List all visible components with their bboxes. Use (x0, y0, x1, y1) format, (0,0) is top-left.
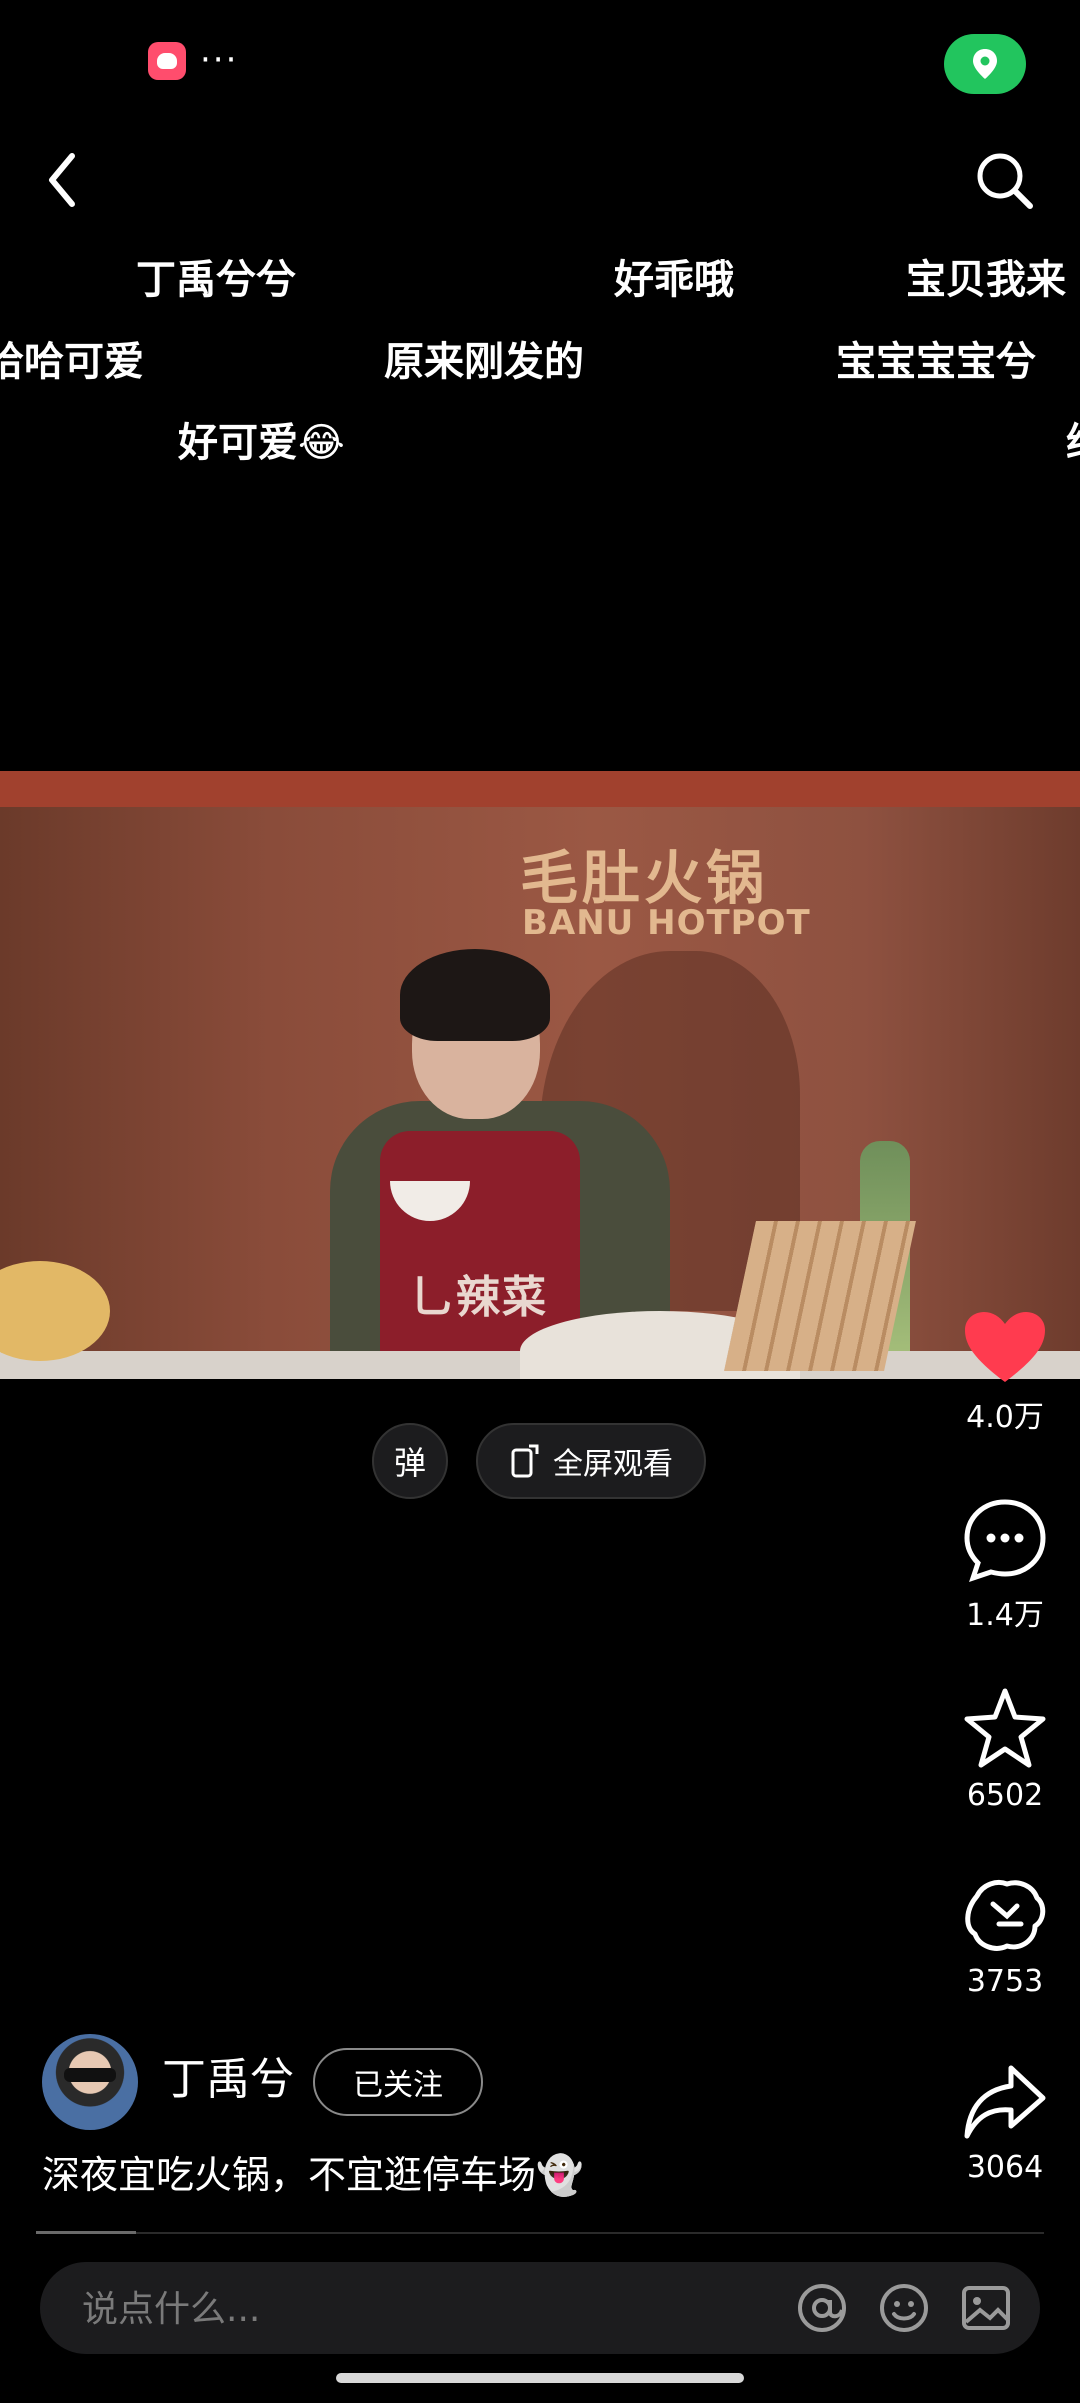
heart-icon (965, 1312, 1045, 1382)
share-count: 3064 (966, 2150, 1044, 2185)
repost-icon (965, 1880, 1046, 1951)
rotate-screen-icon (511, 1444, 539, 1478)
video-player[interactable]: 毛肚火锅 BANU HOTPOT 乚辣菜 (0, 771, 1080, 1379)
status-more-icon: ··· (200, 40, 239, 80)
video-apron-text: 乚辣菜 (410, 1272, 548, 1323)
video-caption: 深夜宜吃火锅，不宜逛停车场👻 (42, 2153, 584, 2197)
location-pin-icon (973, 49, 997, 79)
at-icon (798, 2284, 846, 2332)
danmaku-item: 给 (1066, 418, 1080, 468)
like-button[interactable]: 4.0万 (940, 1310, 1070, 1436)
danmaku-item: 丁禹兮兮 (136, 257, 296, 303)
danmaku-item: 哈哈可爱 (0, 339, 144, 385)
comment-icon (964, 1499, 1046, 1582)
video-food-sticks (724, 1221, 916, 1371)
repost-count: 3753 (966, 1964, 1044, 1999)
video-dish-left (0, 1261, 110, 1361)
back-button[interactable] (38, 148, 88, 212)
repost-button[interactable]: 3753 (940, 1876, 1070, 1999)
progress-track[interactable] (36, 2232, 1044, 2234)
star-icon (964, 1688, 1046, 1768)
follow-button[interactable]: 已关注 (313, 2048, 483, 2116)
like-count: 4.0万 (966, 1400, 1044, 1435)
progress-fill (36, 2231, 136, 2234)
share-arrow-icon (964, 2065, 1046, 2139)
comment-input[interactable] (80, 2276, 764, 2342)
emoji-icon (880, 2284, 928, 2332)
danmaku-item: 好可爱😂 (178, 420, 345, 466)
favorite-count: 6502 (966, 1778, 1044, 1813)
danmaku-item: 宝宝宝宝兮 (836, 339, 1036, 385)
chevron-left-icon (49, 153, 75, 207)
location-pill[interactable] (944, 34, 1026, 94)
search-button[interactable] (972, 148, 1036, 212)
favorite-button[interactable]: 6502 (940, 1686, 1070, 1813)
follow-label: 已关注 (353, 2068, 443, 2103)
video-person-hair (400, 949, 550, 1041)
danmaku-item: 原来刚发的 (384, 339, 584, 385)
author-avatar[interactable] (42, 2034, 138, 2130)
image-icon (962, 2286, 1010, 2330)
emoji-button[interactable] (878, 2282, 930, 2334)
comment-button[interactable]: 1.4万 (940, 1498, 1070, 1634)
danmaku-toggle-label: 弹 (393, 1444, 426, 1482)
share-button[interactable]: 3064 (940, 2064, 1070, 2185)
video-ceiling (0, 771, 1080, 807)
danmaku-toggle-button[interactable]: 弹 (372, 1423, 448, 1499)
mention-button[interactable] (796, 2282, 848, 2334)
fullscreen-button[interactable]: 全屏观看 (476, 1423, 706, 1499)
video-sign-subtext: BANU HOTPOT (522, 903, 811, 943)
danmaku-item: 宝贝我来 (906, 257, 1066, 303)
home-indicator[interactable] (336, 2373, 744, 2383)
comment-count: 1.4万 (966, 1598, 1044, 1633)
fullscreen-label: 全屏观看 (553, 1447, 673, 1482)
author-name[interactable]: 丁禹兮 (162, 2052, 294, 2108)
image-button[interactable] (960, 2282, 1012, 2334)
danmaku-item: 好乖哦 (614, 257, 734, 303)
app-notification-icon (148, 42, 186, 80)
search-icon (977, 153, 1033, 209)
